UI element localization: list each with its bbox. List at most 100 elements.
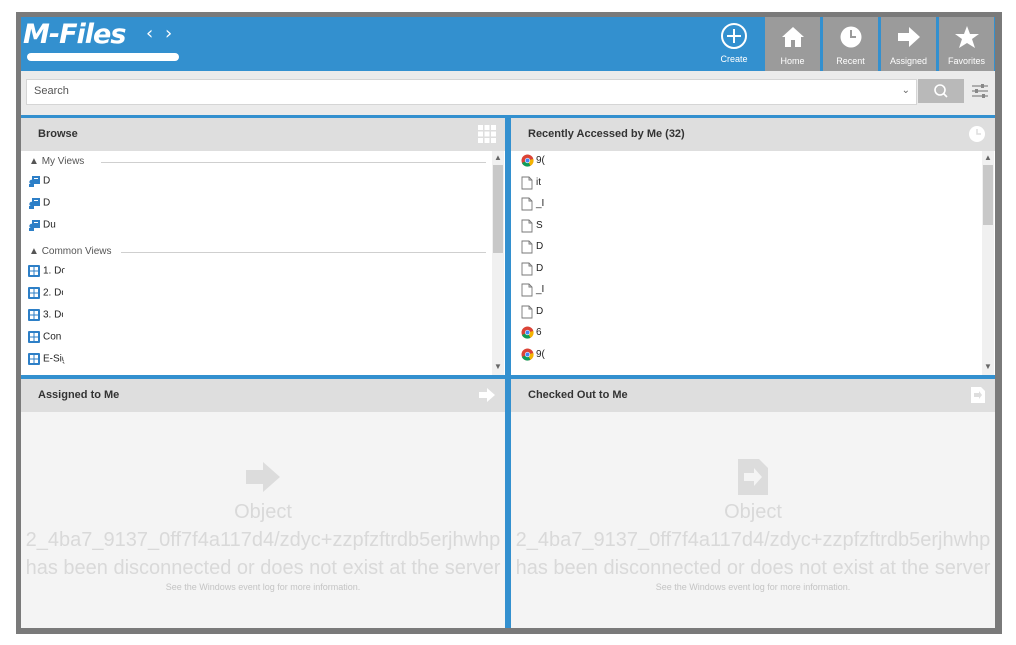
top-bar: M-Files ‹ › Create Home Recent Assigned [21,17,995,71]
redacted-vault-name [27,53,179,61]
scroll-down-icon[interactable]: ▼ [492,362,504,371]
group-divider [101,162,486,163]
scroll-up-icon[interactable]: ▲ [982,153,994,162]
recent-label: Recent [836,56,865,66]
checked-out-header: Checked Out to Me [511,379,995,412]
tree-group-my-views[interactable]: ▲ My Views [29,156,84,167]
forward-arrow-button[interactable]: › [165,23,172,44]
list-item-label: it [536,176,541,188]
create-button[interactable]: Create [712,23,756,69]
list-item-label: Con [43,331,62,343]
chevron-down-icon[interactable]: ⌄ [902,85,910,96]
list-item-label: D [43,197,51,209]
view-grid-icon [28,331,40,343]
arrow-right-icon [881,25,936,49]
group-label: My Views [41,156,85,167]
search-icon [934,84,948,98]
view-grid-icon [28,353,40,365]
list-item[interactable]: it [521,176,541,194]
search-options-icon[interactable] [972,83,988,99]
search-placeholder: Search [34,85,69,97]
arrow-right-icon [246,462,280,492]
chrome-icon [521,154,534,167]
list-item[interactable]: E-Sig [28,353,67,369]
document-icon [521,176,533,189]
list-item[interactable]: D [521,240,543,258]
scrollbar-thumb[interactable] [983,165,993,225]
star-icon [939,25,994,49]
checked-out-pane: Checked Out to Me Object 2_4ba7_9137_0ff… [511,379,995,628]
list-item[interactable]: Con [28,331,61,347]
list-item[interactable]: Du [28,219,56,235]
tree-group-common-views[interactable]: ▲ Common Views [29,246,112,257]
assigned-pane: Assigned to Me Object 2_4ba7_9137_0ff7f4… [21,379,505,628]
list-item[interactable]: 6 [521,326,542,344]
list-item[interactable]: D [28,197,50,213]
list-item[interactable]: _I [521,283,544,301]
recent-header: Recently Accessed by Me (32) [511,118,995,151]
list-item[interactable]: 9( [521,348,545,366]
checked-out-document-icon[interactable] [970,386,986,404]
error-message: has been disconnected or does not exist … [515,557,991,579]
home-label: Home [780,56,805,66]
scrollbar-thumb[interactable] [493,165,503,253]
back-arrow-button[interactable]: ‹ [146,23,153,44]
list-item[interactable]: 9( [521,154,545,172]
scrollbar[interactable]: ▲ ▼ [492,151,504,375]
list-item[interactable]: _I [521,197,544,215]
document-icon [521,262,533,275]
list-item-label: D [536,305,544,317]
create-label: Create [720,54,748,64]
user-view-icon [28,219,40,231]
redacted-region [547,151,757,371]
pane-separator [505,115,511,628]
scroll-up-icon[interactable]: ▲ [492,153,504,162]
list-item[interactable]: 1. Do [28,265,67,281]
list-item-label: _I [536,198,545,210]
list-item-label: S [536,219,543,231]
favorites-button[interactable]: Favorites [939,17,994,71]
list-item-label: 9( [536,155,545,167]
assigned-button[interactable]: Assigned [881,17,936,71]
list-item[interactable]: D [521,305,543,323]
user-view-icon [28,197,40,209]
collapse-triangle-icon[interactable]: ▲ [29,246,39,257]
error-message: has been disconnected or does not exist … [25,557,501,579]
collapse-triangle-icon[interactable]: ▲ [29,156,39,167]
list-item[interactable]: D [521,262,543,280]
view-grid-icon [28,265,40,277]
redacted-region [63,261,225,371]
scrollbar[interactable]: ▲ ▼ [982,151,994,375]
document-icon [521,240,533,254]
list-item-label: D [536,241,544,253]
recent-pane: Recently Accessed by Me (32) 9(6 D _I D D S _I… [511,118,995,375]
arrow-right-icon[interactable] [478,387,496,403]
list-item[interactable]: 2. Do [28,287,67,303]
browse-title: Browse [38,128,78,140]
recent-title: Recently Accessed by Me (32) [528,128,685,140]
app-window: M-Files ‹ › Create Home Recent Assigned [21,17,995,628]
clock-icon[interactable] [968,125,986,143]
error-object-id: 2_4ba7_9137_0ff7f4a117d4/zdyc+zzpfzftrdb… [515,529,991,551]
document-icon [521,305,533,318]
list-item-label: 9( [536,348,545,360]
browse-body: ▲ My Views D D Du ▲ Common Views 1. Do 2… [21,151,505,375]
list-item[interactable]: S [521,219,543,237]
grid-view-icon[interactable] [478,125,496,143]
browse-header: Browse [21,118,505,151]
recent-button[interactable]: Recent [823,17,878,71]
list-item[interactable]: 3. Do [28,309,67,325]
document-icon [521,219,533,232]
search-button[interactable] [918,79,964,103]
group-label: Common Views [41,246,112,257]
list-item-label: 6 [536,327,542,339]
plus-icon [721,23,747,49]
scroll-down-icon[interactable]: ▼ [982,362,994,371]
search-input[interactable]: Search ⌄ [26,79,917,105]
list-item[interactable]: D [28,175,50,191]
home-button[interactable]: Home [765,17,820,71]
redacted-region [59,171,214,235]
pane-separator [21,375,995,379]
checked-out-document-icon [738,459,768,495]
checked-out-body: Object 2_4ba7_9137_0ff7f4a117d4/zdyc+zzp… [511,412,995,628]
